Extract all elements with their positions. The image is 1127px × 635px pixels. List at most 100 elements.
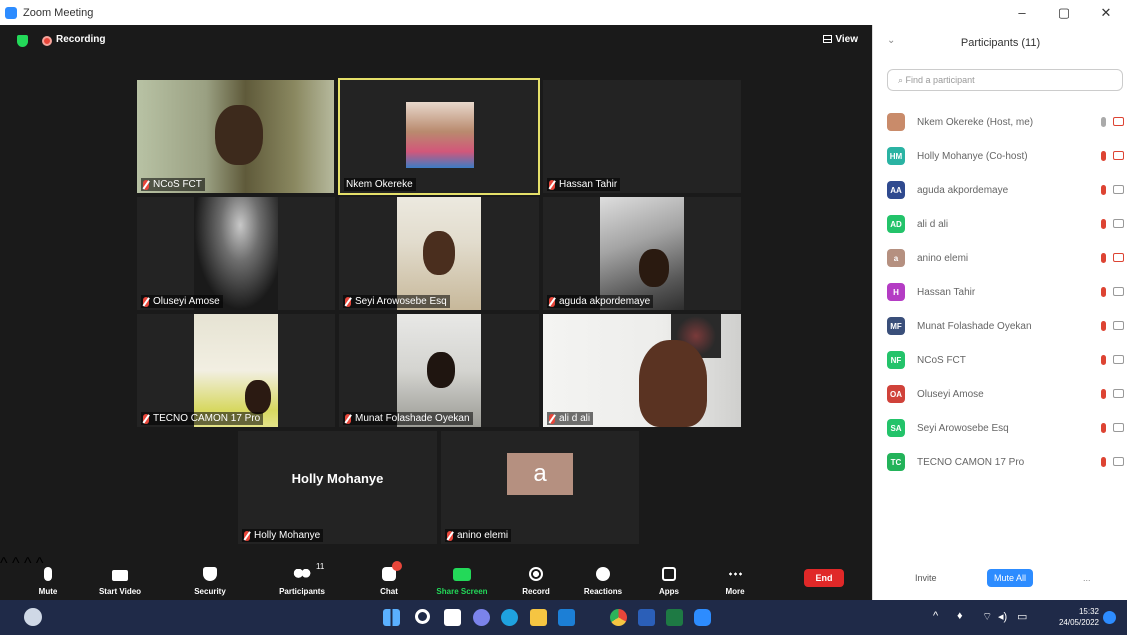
tile-name-label: aguda akpordemaye	[547, 295, 654, 308]
security-button[interactable]: Security	[190, 555, 230, 600]
video-tile[interactable]: Seyi Arowosebe Esq	[339, 197, 539, 310]
participant-row[interactable]: Nkem Okereke (Host, me)	[887, 105, 1127, 139]
participant-name: aguda akpordemaye	[917, 184, 1009, 196]
participant-row[interactable]: NF NCoS FCT	[887, 343, 1127, 377]
panel-more-button[interactable]: ...	[1083, 573, 1091, 583]
tile-name: NCoS FCT	[153, 179, 202, 190]
video-tile-active-speaker[interactable]: Nkem Okereke	[338, 78, 540, 195]
participant-face	[427, 352, 455, 388]
participant-photo	[406, 102, 474, 168]
muted-mic-icon	[244, 530, 250, 541]
start-video-button[interactable]: Start Video	[92, 555, 148, 600]
tile-name-label: ali d ali	[547, 412, 594, 425]
recording-label: Recording	[56, 34, 106, 45]
tile-name: anino elemi	[457, 530, 509, 541]
recording-icon	[42, 36, 52, 46]
video-options-caret[interactable]: ^	[12, 555, 20, 572]
apps-button[interactable]: Apps	[654, 555, 684, 600]
mute-button[interactable]: Mute	[30, 555, 66, 600]
muted-mic-icon	[1101, 287, 1106, 297]
video-tile[interactable]: Munat Folashade Oyekan	[339, 314, 539, 427]
camera-off-icon	[1113, 253, 1124, 262]
notification-icon[interactable]	[1103, 611, 1116, 624]
task-view-icon[interactable]	[444, 609, 461, 626]
tile-name-label: Oluseyi Amose	[141, 295, 223, 308]
clock-time: 15:32	[1078, 607, 1099, 616]
battery-icon[interactable]: ▭	[1017, 610, 1027, 623]
participants-panel-title: Participants (11)	[960, 37, 1041, 49]
encryption-shield-icon[interactable]	[17, 35, 28, 47]
invite-button[interactable]: Invite	[915, 573, 937, 583]
start-windows-icon[interactable]	[383, 609, 400, 626]
mic-icon	[1101, 117, 1106, 127]
participants-panel-header: ⌄ Participants (11)	[873, 25, 1127, 61]
tray-overflow-chevron-icon[interactable]: ^	[933, 610, 938, 622]
participant-row[interactable]: HM Holly Mohanye (Co-host)	[887, 139, 1127, 173]
video-tile[interactable]: ali d ali	[543, 314, 741, 427]
teams-chat-icon[interactable]	[473, 609, 490, 626]
muted-mic-icon	[143, 413, 149, 424]
video-tile[interactable]: TECNO CAMON 17 Pro	[137, 314, 335, 427]
camera-icon	[1113, 355, 1124, 364]
minimize-button[interactable]: –	[1001, 0, 1043, 25]
video-tile[interactable]: Oluseyi Amose	[137, 197, 335, 310]
participant-row[interactable]: AA aguda akpordemaye	[887, 173, 1127, 207]
weather-widget-icon[interactable]	[24, 608, 42, 626]
muted-mic-icon	[143, 296, 149, 307]
video-tile-video-off[interactable]: Holly Mohanye Holly Mohanye	[238, 431, 437, 544]
excel-icon[interactable]	[666, 609, 683, 626]
search-icon[interactable]	[415, 609, 430, 624]
participants-label: Participants	[279, 587, 325, 596]
participants-count: 11	[316, 562, 325, 571]
end-meeting-button[interactable]: End	[804, 569, 844, 587]
chrome-browser-icon[interactable]	[610, 609, 627, 626]
taskbar-clock[interactable]: 15:32 24/05/2022	[1059, 606, 1099, 628]
mute-options-caret[interactable]: ^	[0, 555, 8, 572]
video-tile[interactable]: Hassan Tahir	[543, 80, 741, 193]
edge-browser-icon[interactable]	[501, 609, 518, 626]
participant-row[interactable]: AD ali d ali	[887, 207, 1127, 241]
share-screen-button[interactable]: Share Screen	[430, 555, 494, 600]
participant-row[interactable]: SA Seyi Arowosebe Esq	[887, 411, 1127, 445]
tile-name-label: Hassan Tahir	[547, 178, 621, 191]
muted-mic-icon	[1101, 389, 1106, 399]
microsoft-store-icon[interactable]	[558, 609, 575, 626]
video-tile-video-off[interactable]: a anino elemi	[441, 431, 639, 544]
participant-row[interactable]: OA Oluseyi Amose	[887, 377, 1127, 411]
reactions-button[interactable]: Reactions	[578, 555, 628, 600]
view-label: View	[835, 34, 858, 45]
zoom-taskbar-icon[interactable]	[694, 609, 711, 626]
participant-row[interactable]: H Hassan Tahir	[887, 275, 1127, 309]
chat-button[interactable]: Chat	[374, 555, 404, 600]
wifi-icon[interactable]: ⌔	[982, 610, 992, 624]
camera-icon	[1113, 219, 1124, 228]
muted-mic-icon	[1101, 219, 1106, 229]
participant-row[interactable]: TC TECNO CAMON 17 Pro	[887, 445, 1127, 479]
mute-all-button[interactable]: Mute All	[987, 569, 1033, 587]
participant-search-input[interactable]: ⌕ Find a participant	[887, 69, 1123, 91]
tile-name: Munat Folashade Oyekan	[355, 413, 470, 424]
volume-icon[interactable]: ◂)	[998, 610, 1007, 623]
participant-row[interactable]: MF Munat Folashade Oyekan	[887, 309, 1127, 343]
close-button[interactable]: ✕	[1085, 0, 1127, 25]
apps-icon	[662, 567, 676, 581]
participant-face	[215, 105, 263, 165]
participant-name: TECNO CAMON 17 Pro	[917, 456, 1025, 468]
video-tile[interactable]: NCoS FCT	[137, 80, 334, 193]
more-dots-icon	[728, 572, 742, 576]
muted-mic-icon	[549, 413, 555, 424]
view-button[interactable]: View	[823, 34, 858, 45]
participant-avatar: AA	[887, 181, 905, 199]
restore-button[interactable]: ▢	[1043, 0, 1085, 25]
participant-name: Seyi Arowosebe Esq	[917, 422, 1009, 434]
word-icon[interactable]	[638, 609, 655, 626]
file-explorer-icon[interactable]	[530, 609, 547, 626]
muted-mic-icon	[1101, 185, 1106, 195]
tray-app-icon[interactable]: ♦	[957, 610, 963, 622]
record-button[interactable]: Record	[516, 555, 556, 600]
clock-date: 24/05/2022	[1058, 618, 1099, 627]
video-tile[interactable]: aguda akpordemaye	[543, 197, 741, 310]
more-button[interactable]: More	[718, 555, 752, 600]
participant-row[interactable]: a anino elemi	[887, 241, 1127, 275]
meeting-topbar: Recording View	[0, 25, 872, 55]
